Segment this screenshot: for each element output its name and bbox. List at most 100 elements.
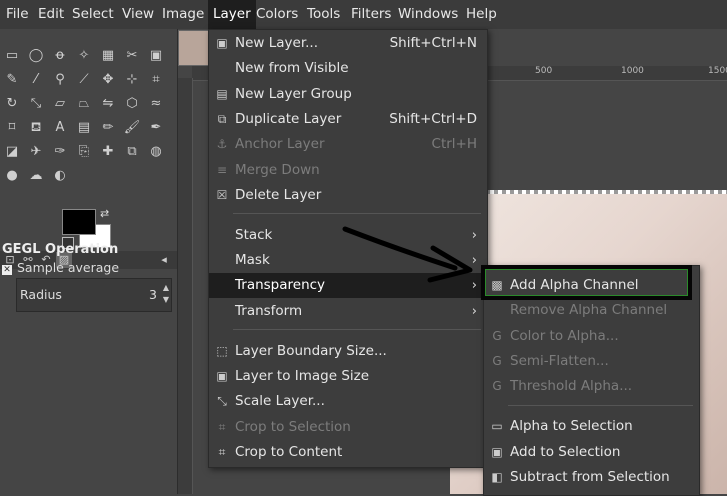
color-select-icon[interactable]: ▦ (99, 47, 117, 65)
ellipse-select-icon[interactable]: ◯ (27, 47, 45, 65)
menu-item-mask[interactable]: Mask › (209, 248, 487, 273)
checkbox-x-icon[interactable]: ✕ (2, 265, 12, 275)
mypaint-icon[interactable]: ✒ (147, 119, 165, 137)
gradient-icon[interactable]: ▤ (75, 119, 93, 137)
paintbrush-icon[interactable]: 🖌 (123, 119, 141, 137)
ruler-mark: 1000 (621, 66, 644, 76)
menu-item-remove-alpha-channel[interactable]: Remove Alpha Channel (484, 298, 699, 323)
image-thumbnail-tab[interactable] (178, 30, 210, 66)
menu-item-semi-flatten[interactable]: G Semi-Flatten... (484, 349, 699, 374)
crop-tool-icon[interactable]: ⌗ (147, 71, 165, 89)
menu-item-label: Threshold Alpha... (510, 378, 633, 394)
menu-item-stack[interactable]: Stack › (209, 223, 487, 248)
boundary-icon: ⬚ (216, 344, 228, 358)
menu-item-delete-layer[interactable]: ☒ Delete Layer (209, 183, 487, 208)
canvas-edge (450, 190, 727, 194)
radius-spinner[interactable]: Radius 3 ▲ ▼ (16, 278, 172, 312)
gegl-icon: G (492, 379, 502, 393)
align-icon[interactable]: ⊹ (123, 71, 141, 89)
measure-icon[interactable]: ⟋ (75, 71, 93, 89)
text-icon[interactable]: A (51, 119, 69, 137)
menu-item-layer-boundary-size[interactable]: ⬚ Layer Boundary Size... (209, 339, 487, 364)
menu-item-transform[interactable]: Transform › (209, 299, 487, 324)
dock-menu-icon[interactable]: ◂ (156, 252, 172, 268)
menu-item-anchor-layer[interactable]: ⚓ Anchor Layer Ctrl+H (209, 132, 487, 157)
pencil-icon[interactable]: ✏ (99, 119, 117, 137)
menu-filters[interactable]: Filters (346, 0, 396, 29)
menu-item-label: Transform (235, 303, 303, 319)
menu-item-new-layer-group[interactable]: ▤ New Layer Group (209, 82, 487, 107)
shear-icon[interactable]: ▱ (51, 95, 69, 113)
paths-icon[interactable]: ✎ (3, 71, 21, 89)
menu-item-color-to-alpha[interactable]: G Color to Alpha... (484, 324, 699, 349)
menu-item-transparency[interactable]: Transparency › (209, 273, 487, 298)
flip-icon[interactable]: ⇋ (99, 95, 117, 113)
scale-tool-icon[interactable]: ⤡ (27, 95, 45, 113)
radius-value[interactable]: 3 (149, 287, 157, 302)
menu-help[interactable]: Help (461, 0, 502, 29)
menu-bar: File Edit Select View Image Layer Colors… (0, 0, 727, 29)
warp-icon[interactable]: ≈ (147, 95, 165, 113)
menu-item-scale-layer[interactable]: ⤡ Scale Layer... (209, 389, 487, 414)
menu-item-label: Add to Selection (510, 444, 621, 460)
menu-item-duplicate-layer[interactable]: ⧉ Duplicate Layer Shift+Ctrl+D (209, 107, 487, 132)
menu-layer[interactable]: Layer (208, 0, 256, 29)
zoom-icon[interactable]: ⚲ (51, 71, 69, 89)
menu-item-layer-to-image-size[interactable]: ▣ Layer to Image Size (209, 364, 487, 389)
layer-menu: ▣ New Layer... Shift+Ctrl+N New from Vis… (208, 29, 488, 468)
rotate-icon[interactable]: ↻ (3, 95, 21, 113)
shortcut-label: Shift+Ctrl+D (389, 111, 477, 127)
unified-transform-icon[interactable]: ⌑ (3, 119, 21, 137)
crop-icon: ⌗ (218, 420, 226, 434)
heal-icon[interactable]: ✚ (99, 143, 117, 161)
sample-average-label: Sample average (17, 260, 120, 275)
menu-windows[interactable]: Windows (393, 0, 463, 29)
menu-item-crop-to-selection[interactable]: ⌗ Crop to Selection (209, 415, 487, 440)
menu-colors[interactable]: Colors (251, 0, 303, 29)
menu-item-add-to-selection[interactable]: ▣ Add to Selection (484, 440, 699, 465)
perspective-clone-icon[interactable]: ⧉ (123, 143, 141, 161)
menu-image[interactable]: Image (157, 0, 209, 29)
menu-file[interactable]: File (1, 0, 34, 29)
to-image-size-icon: ▣ (216, 369, 228, 383)
menu-item-label: Alpha to Selection (510, 418, 633, 434)
spin-arrows-icon[interactable]: ▲ ▼ (163, 282, 169, 306)
scissors-icon[interactable]: ✂ (123, 47, 141, 65)
bucket-fill-icon[interactable]: ⛾ (27, 119, 45, 137)
sample-average-option[interactable]: ✕ Sample average (2, 260, 119, 275)
move-icon[interactable]: ✥ (99, 71, 117, 89)
menu-separator (508, 405, 693, 406)
foreground-select-icon[interactable]: ▣ (147, 47, 165, 65)
swap-colors-icon[interactable]: ⇄ (100, 207, 109, 220)
tool-options-title: GEGL Operation (2, 242, 119, 257)
burn-icon[interactable]: ◐ (51, 167, 69, 185)
menu-select[interactable]: Select (67, 0, 119, 29)
menu-item-new-from-visible[interactable]: New from Visible (209, 56, 487, 81)
menu-edit[interactable]: Edit (33, 0, 69, 29)
menu-item-label: Duplicate Layer (235, 111, 342, 127)
rect-select-icon[interactable]: ▭ (3, 47, 21, 65)
cage-icon[interactable]: ⬡ (123, 95, 141, 113)
menu-item-new-layer[interactable]: ▣ New Layer... Shift+Ctrl+N (209, 31, 487, 56)
dodge-icon[interactable]: ● (3, 167, 21, 185)
menu-item-label: New Layer Group (235, 86, 352, 102)
menu-item-subtract-from-selection[interactable]: ◧ Subtract from Selection (484, 465, 699, 490)
blur-icon[interactable]: ◍ (147, 143, 165, 161)
menu-item-alpha-to-selection[interactable]: ▭ Alpha to Selection (484, 414, 699, 439)
smudge-icon[interactable]: ☁ (27, 167, 45, 185)
menu-item-crop-to-content[interactable]: ⌗ Crop to Content (209, 440, 487, 465)
menu-tools[interactable]: Tools (302, 0, 345, 29)
clone-icon[interactable]: ⎘ (75, 143, 93, 161)
perspective-icon[interactable]: ⏢ (75, 95, 93, 113)
eraser-icon[interactable]: ◪ (3, 143, 21, 161)
menu-view[interactable]: View (117, 0, 159, 29)
color-picker-icon[interactable]: ⁄ (27, 71, 45, 89)
menu-item-merge-down[interactable]: ≡ Merge Down (209, 158, 487, 183)
menu-item-threshold-alpha[interactable]: G Threshold Alpha... (484, 374, 699, 399)
scale-icon: ⤡ (217, 394, 227, 408)
ink-icon[interactable]: ✑ (51, 143, 69, 161)
fuzzy-select-icon[interactable]: ✧ (75, 47, 93, 65)
airbrush-icon[interactable]: ✈ (27, 143, 45, 161)
foreground-color-swatch[interactable] (62, 209, 96, 235)
free-select-icon[interactable]: ꝋ (51, 47, 69, 65)
